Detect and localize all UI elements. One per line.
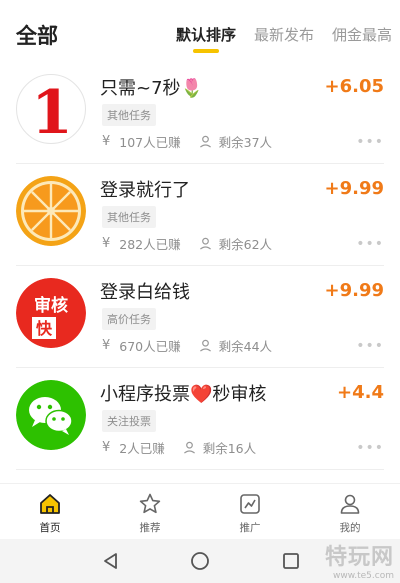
tab-mine[interactable]: 我的 [300,484,400,539]
task-meta: ¥ 2人已赚 剩余16人 [102,438,256,457]
header: 全部 默认排序 最新发布 佣金最高 [0,0,400,62]
tab-home-label: 首页 [39,522,61,534]
more-dots-icon[interactable]: ••• [356,440,384,456]
more-dots-icon[interactable]: ••• [356,134,384,150]
task-reward: +9.99 [324,280,385,301]
tab-promote-label: 推广 [239,522,261,534]
task-category-tag: 其他任务 [102,104,156,126]
tab-highest-commission[interactable]: 佣金最高 [332,24,392,45]
task-item[interactable]: 1 只需~7秒🌷 +6.05 其他任务 ¥ 107人已赚 剩余37人 ••• [16,62,384,164]
yen-icon: ¥ [102,338,111,353]
yen-icon: ¥ [102,236,111,251]
task-name: 登录就行了 [100,180,190,201]
tab-home[interactable]: 首页 [0,484,100,539]
task-item[interactable]: 小程序投票❤️秒审核 +4.4 关注投票 ¥ 2人已赚 剩余16人 ••• [16,368,384,470]
wechat-logo-thumbnail [16,380,86,450]
svg-text:1: 1 [31,78,73,144]
task-name: 小程序投票❤️秒审核 [100,384,267,405]
task-reward: +6.05 [324,76,385,97]
chart-icon [240,494,260,514]
remaining-count: 剩余62人 [218,237,273,252]
task-category-tag: 关注投票 [102,410,156,432]
svg-text:审核: 审核 [34,295,68,316]
remaining-count: 剩余44人 [218,339,273,354]
task-meta: ¥ 282人已赚 剩余62人 [102,234,272,253]
task-item[interactable]: 审核 快 登录白给钱 +9.99 高价任务 ¥ 670人已赚 剩余44人 ••• [16,266,384,368]
remaining-count: 剩余37人 [218,135,273,150]
task-category-tag: 其他任务 [102,206,156,228]
home-nav-icon[interactable] [190,551,210,571]
star-icon [139,493,161,514]
task-reward: +4.4 [337,382,384,403]
earned-count: 282人已赚 [119,237,181,252]
recents-icon[interactable] [281,551,301,571]
home-icon [40,494,60,514]
person-icon [199,339,211,352]
tab-newest[interactable]: 最新发布 [254,24,314,45]
tab-promote[interactable]: 推广 [200,484,300,539]
more-dots-icon[interactable]: ••• [356,338,384,354]
more-dots-icon[interactable]: ••• [356,236,384,252]
task-name: 只需~7秒🌷 [100,78,203,99]
earned-count: 2人已赚 [119,441,165,456]
yen-icon: ¥ [102,134,111,149]
svg-text:快: 快 [36,319,53,338]
remaining-count: 剩余16人 [202,441,257,456]
user-icon [340,494,360,514]
sort-tabs: 默认排序 最新发布 佣金最高 [176,24,392,45]
task-category-tag: 高价任务 [102,308,156,330]
person-icon [199,135,211,148]
orange-slice-thumbnail [16,176,86,246]
person-icon [183,441,195,454]
back-icon[interactable] [101,551,121,571]
tab-recommend-label: 推荐 [139,522,161,534]
task-list: 1 只需~7秒🌷 +6.05 其他任务 ¥ 107人已赚 剩余37人 ••• 登… [0,62,400,470]
tab-default-sort[interactable]: 默认排序 [176,24,236,45]
task-name: 登录白给钱 [100,282,190,303]
bottom-tab-bar: 首页 推荐 推广 我的 [0,483,400,539]
person-icon [199,237,211,250]
earned-count: 670人已赚 [119,339,181,354]
task-meta: ¥ 670人已赚 剩余44人 [102,336,272,355]
watermark-url: www.te5.com [333,571,394,581]
number-one-thumbnail: 1 [16,74,86,144]
earned-count: 107人已赚 [119,135,181,150]
system-nav-bar: 特玩网 www.te5.com [0,539,400,583]
task-meta: ¥ 107人已赚 剩余37人 [102,132,272,151]
watermark: 特玩网 www.te5.com [325,539,394,581]
yen-icon: ¥ [102,440,111,455]
task-reward: +9.99 [324,178,385,199]
tab-recommend[interactable]: 推荐 [100,484,200,539]
watermark-text: 特玩网 [324,545,394,570]
tab-mine-label: 我的 [339,522,361,534]
task-item[interactable]: 登录就行了 +9.99 其他任务 ¥ 282人已赚 剩余62人 ••• [16,164,384,266]
review-badge-thumbnail: 审核 快 [16,278,86,348]
page-title: 全部 [16,24,58,48]
